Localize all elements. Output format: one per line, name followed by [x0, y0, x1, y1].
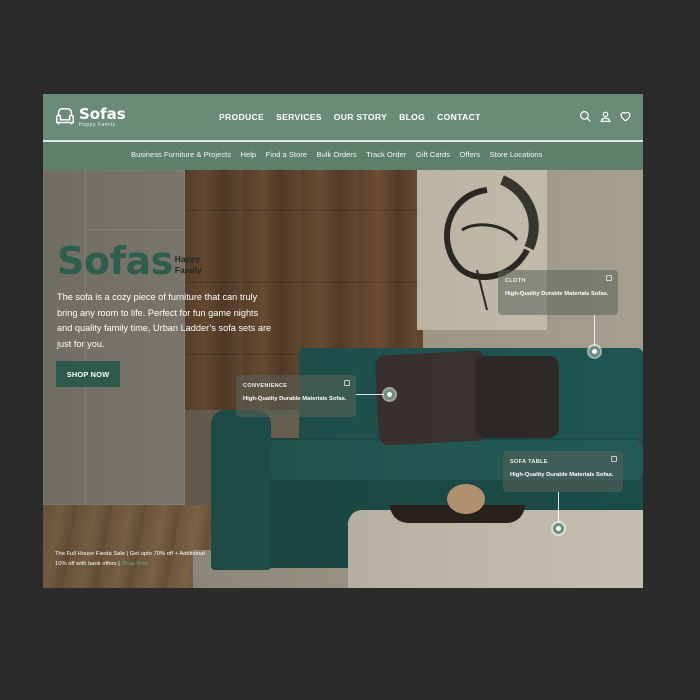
logo-tagline: Happy Family: [79, 121, 116, 128]
user-icon[interactable]: [599, 110, 612, 123]
hotspot-card-convenience: CONVENIENCE High-Quality Durable Materia…: [236, 375, 356, 417]
promo-shop-now-link[interactable]: Shop Now: [121, 561, 148, 567]
hotspot-pin-sofa-table[interactable]: [553, 523, 564, 534]
hotspot-card-sofa-table: SOFA TABLE High-Quality Durable Material…: [503, 451, 623, 492]
hotspot-description: High-Quality Durable Materials Sofas.: [505, 291, 609, 297]
shop-now-button[interactable]: SHOP NOW: [56, 361, 120, 387]
hotspot-description: High-Quality Durable Materials Sofas.: [243, 396, 347, 402]
bag-icon[interactable]: [606, 275, 612, 281]
nav-link-services[interactable]: SERVICES: [276, 112, 322, 122]
hotspot-label: SOFA TABLE: [510, 459, 548, 465]
hero-section: Sofas Happy Family The sofa is a cozy pi…: [43, 170, 643, 588]
subnav-link-find-store[interactable]: Find a Store: [266, 150, 307, 159]
sub-menu: Business Furniture & Projects Help Find …: [131, 150, 542, 159]
subnav-link-track-order[interactable]: Track Order: [366, 150, 406, 159]
armchair-icon: [56, 108, 74, 125]
hero-subtitle: Happy Family: [175, 254, 202, 277]
search-icon[interactable]: [579, 110, 592, 123]
logo-text: Sofas Happy Family: [79, 104, 126, 128]
bag-icon[interactable]: [611, 456, 617, 462]
website-frame: Sofas Happy Family PRODUCE SERVICES OUR …: [43, 94, 643, 588]
subnav-link-bulk-orders[interactable]: Bulk Orders: [317, 150, 357, 159]
hero-title: Sofas: [57, 239, 173, 283]
hero-heading: Sofas Happy Family: [57, 242, 202, 280]
hotspot-pin-convenience[interactable]: [384, 389, 395, 400]
hero-description: The sofa is a cozy piece of furniture th…: [57, 292, 272, 349]
nav-link-blog[interactable]: BLOG: [399, 112, 425, 122]
subnav-link-gift-cards[interactable]: Gift Cards: [416, 150, 450, 159]
nav-icons: [579, 110, 632, 123]
hotspot-label: CONVENIENCE: [243, 383, 288, 389]
subnav-link-offers[interactable]: Offers: [460, 150, 481, 159]
nav-link-produce[interactable]: PRODUCE: [219, 112, 264, 122]
hotspot-label: CLOTH: [505, 278, 526, 284]
bag-icon[interactable]: [344, 380, 350, 386]
hero-subtitle-line2: Family: [174, 265, 202, 276]
hotspot-description: High-Quality Durable Materials Sofas.: [510, 472, 614, 478]
hotspot-pin-cloth[interactable]: [589, 346, 600, 357]
subnav-link-help[interactable]: Help: [241, 150, 257, 159]
hotspot-card-cloth: CLOTH High-Quality Durable Materials Sof…: [498, 270, 618, 315]
subnav-link-business-furniture[interactable]: Business Furniture & Projects: [131, 150, 231, 159]
nav-link-contact[interactable]: CONTACT: [437, 112, 480, 122]
logo[interactable]: Sofas Happy Family: [54, 105, 126, 129]
promo-banner: The Full House Fiesta Sale | Get upto 70…: [55, 550, 215, 569]
nav-link-our-story[interactable]: OUR STORY: [334, 112, 387, 122]
top-nav: Sofas Happy Family PRODUCE SERVICES OUR …: [43, 94, 643, 140]
hero-subtitle-line1: Happy: [174, 254, 201, 264]
main-menu: PRODUCE SERVICES OUR STORY BLOG CONTACT: [219, 112, 481, 122]
heart-icon[interactable]: [619, 110, 632, 123]
logo-name: Sofas: [79, 104, 126, 123]
sub-nav: Business Furniture & Projects Help Find …: [43, 140, 643, 170]
subnav-link-store-locations[interactable]: Store Locations: [490, 150, 543, 159]
